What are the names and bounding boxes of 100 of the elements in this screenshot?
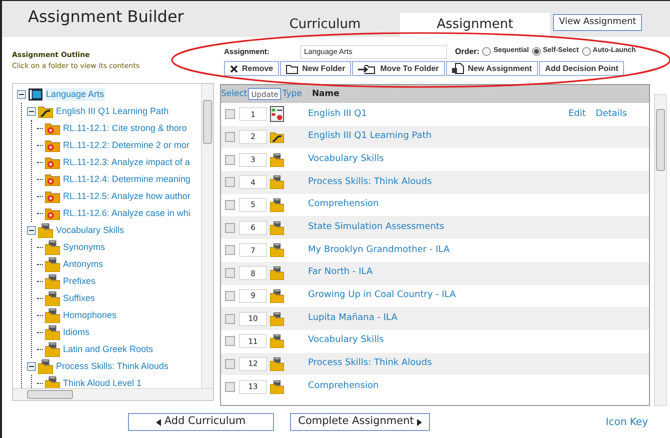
- icon-key-link[interactable]: Icon Key: [606, 414, 648, 430]
- row-checkbox[interactable]: [225, 200, 235, 210]
- tree-item[interactable]: Vocabulary Skills: [55, 224, 126, 238]
- tree-item[interactable]: Homophones: [62, 308, 118, 322]
- folder-icon: [270, 380, 284, 394]
- collapse-icon[interactable]: [17, 90, 26, 99]
- row-checkbox[interactable]: [225, 245, 235, 256]
- tree-item[interactable]: RL.11-12.6: Analyze case in whi: [62, 206, 192, 220]
- row-checkbox[interactable]: [225, 290, 235, 301]
- folder-target-icon: [45, 207, 60, 220]
- folder-icon: [38, 359, 53, 374]
- tree-item[interactable]: Latin and Greek Roots: [62, 342, 154, 356]
- row-action-link[interactable]: Edit: [568, 108, 586, 122]
- folder-icon: [45, 257, 60, 272]
- view-assignment-button[interactable]: View Assignment: [553, 14, 642, 31]
- collapse-icon[interactable]: [27, 362, 36, 371]
- checklist-icon: [270, 106, 284, 122]
- folder-outline-icon: [286, 64, 298, 74]
- row-checkbox[interactable]: [225, 382, 235, 392]
- collapse-icon[interactable]: [27, 107, 36, 116]
- folder-icon: [270, 243, 284, 258]
- row-action-link[interactable]: Details: [596, 108, 627, 122]
- row-checkbox[interactable]: [225, 132, 235, 142]
- row-checkbox[interactable]: [225, 154, 235, 165]
- arrow-into-folder-icon: [358, 64, 376, 74]
- tree-item[interactable]: Language Arts: [45, 88, 106, 102]
- tree-item[interactable]: RL.11-12.4: Determine meaning: [62, 172, 192, 186]
- folder-icon: [270, 334, 284, 348]
- item-name-link[interactable]: My Brooklyn Grandmother - ILA: [308, 244, 450, 258]
- row-checkbox[interactable]: [225, 336, 235, 346]
- name-header: Name: [312, 88, 340, 100]
- folder-icon: [45, 308, 60, 323]
- tree-item[interactable]: RL.11-12.2: Determine 2 or mor: [62, 138, 190, 152]
- row-checkbox[interactable]: [225, 268, 235, 278]
- tree-item[interactable]: Idioms: [62, 326, 91, 340]
- vertical-scrollbar[interactable]: [201, 84, 213, 388]
- new-document-icon: [452, 63, 464, 74]
- row-checkbox[interactable]: [225, 177, 235, 188]
- select-header: Select: [221, 88, 248, 100]
- item-name-link[interactable]: Comprehension: [308, 380, 379, 394]
- row-checkbox[interactable]: [225, 222, 235, 233]
- item-name-link[interactable]: Comprehension: [308, 198, 379, 212]
- folder-icon: [45, 291, 60, 306]
- book-icon: [28, 88, 43, 101]
- item-name-link[interactable]: Far North - ILA: [308, 266, 373, 280]
- tab[interactable]: Curriculum: [250, 13, 400, 37]
- right-triangle-icon: [416, 418, 422, 426]
- item-name-link[interactable]: Process Skills: Think Alouds: [308, 176, 432, 190]
- folder-icon: [270, 220, 284, 235]
- x-icon: [230, 64, 238, 72]
- footer-button[interactable]: Complete Assignment: [290, 413, 430, 431]
- row-checkbox[interactable]: [225, 109, 235, 120]
- folder-icon: [270, 356, 284, 371]
- folder-target-icon: [45, 190, 60, 203]
- item-name-link[interactable]: Vocabulary Skills: [308, 334, 384, 348]
- tree-item[interactable]: RL.11-12.5: Analyze how author: [62, 190, 192, 204]
- tree-item[interactable]: RL.11-12.3: Analyze impact of a: [62, 156, 191, 170]
- tree-item[interactable]: Process Skills: Think Alouds: [55, 360, 170, 374]
- collapse-icon[interactable]: [27, 226, 36, 235]
- row-checkbox[interactable]: [225, 314, 235, 324]
- folder-icon: [38, 223, 53, 238]
- toolbar-button[interactable]: New Assignment: [446, 61, 538, 76]
- tree-item[interactable]: English III Q1 Learning Path: [55, 104, 170, 118]
- folder-icon: [270, 198, 284, 212]
- type-header: Type: [282, 88, 302, 100]
- toolbar-button[interactable]: Move To Folder: [352, 61, 445, 76]
- folder-path-icon: [38, 105, 53, 118]
- tab[interactable]: Assignment: [400, 13, 550, 37]
- item-name-link[interactable]: State Simulation Assessments: [308, 221, 444, 235]
- folder-target-icon: [45, 173, 60, 186]
- footer-button[interactable]: Add Curriculum: [128, 413, 274, 431]
- item-name-link[interactable]: English III Q1 Learning Path: [308, 130, 432, 144]
- tree-item[interactable]: RL.11-12.1: Cite strong & thoro: [62, 122, 188, 136]
- order-label: Order:: [455, 46, 480, 58]
- toolbar-button[interactable]: Add Decision Point: [538, 61, 624, 76]
- row-checkbox[interactable]: [225, 358, 235, 369]
- folder-icon: [45, 342, 60, 357]
- tree-item[interactable]: Suffixes: [62, 292, 96, 306]
- folder-icon: [270, 312, 284, 326]
- folder-icon: [45, 274, 60, 289]
- tree-item[interactable]: Think Aloud Level 1: [62, 376, 143, 388]
- tree-item[interactable]: Prefixes: [62, 274, 97, 288]
- folder-target-icon: [45, 156, 60, 169]
- item-name-link[interactable]: Vocabulary Skills: [308, 152, 384, 166]
- folder-icon: [270, 175, 284, 190]
- item-name-link[interactable]: Process Skills: Think Alouds: [308, 357, 432, 371]
- tree-item[interactable]: Synonyms: [62, 240, 106, 254]
- folder-target-icon: [45, 122, 60, 135]
- left-triangle-icon: [156, 418, 162, 426]
- tree-item[interactable]: Antonyms: [62, 258, 104, 272]
- folder-icon: [270, 152, 284, 167]
- item-name-link[interactable]: Growing Up in Coal Country - ILA: [308, 289, 456, 303]
- folder-icon: [270, 288, 284, 303]
- toolbar-button[interactable]: Remove: [224, 61, 280, 76]
- toolbar-button[interactable]: New Folder: [280, 61, 352, 76]
- item-name-link[interactable]: English III Q1: [308, 108, 367, 122]
- folder-icon: [45, 240, 60, 255]
- horizontal-scrollbar[interactable]: [13, 388, 213, 400]
- item-name-link[interactable]: Lupita Mañana - ILA: [308, 312, 398, 326]
- table-scrollbar[interactable]: [654, 94, 667, 406]
